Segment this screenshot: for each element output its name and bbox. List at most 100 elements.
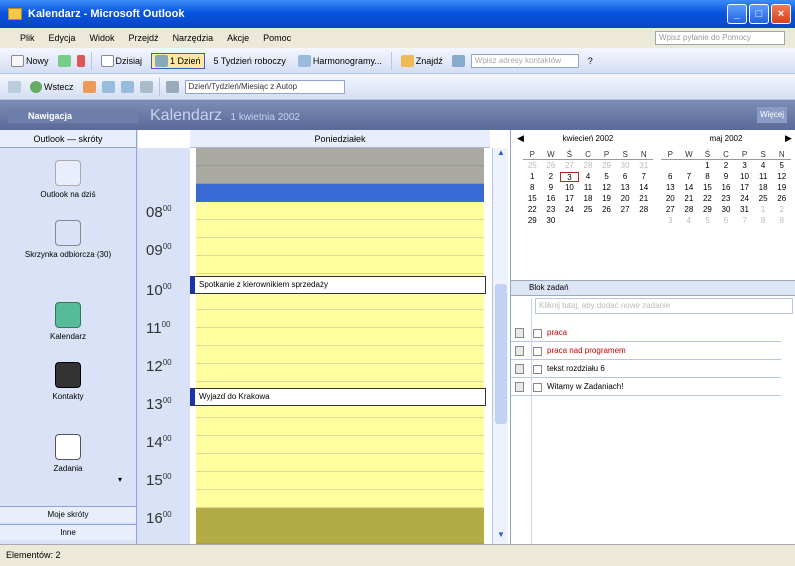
task-complete-checkbox[interactable] [533, 365, 542, 374]
scroll-down-arrow-icon[interactable]: ▾ [118, 475, 128, 485]
folder-icon[interactable] [82, 80, 96, 93]
schedules-button[interactable]: Harmonogramy... [295, 54, 385, 68]
calendar-day[interactable]: 3 [735, 161, 754, 171]
time-slot[interactable] [196, 454, 484, 472]
other-shortcuts-button[interactable]: Inne [0, 524, 136, 540]
calendar-day[interactable]: 18 [579, 194, 598, 204]
task-row[interactable]: Witamy w Zadaniach! [511, 380, 781, 396]
calendar-day[interactable]: 6 [717, 216, 736, 226]
calendar-grid-icon[interactable] [101, 80, 115, 93]
calendar-day[interactable]: 25 [754, 194, 773, 204]
today-button[interactable]: Dzisiaj [98, 54, 146, 68]
task-row[interactable]: praca [511, 326, 781, 342]
calendar-day[interactable]: 24 [735, 194, 754, 204]
task-row[interactable]: praca nad programem [511, 344, 781, 360]
calendar-day[interactable]: 31 [634, 161, 653, 171]
calendar-day[interactable]: 29 [523, 216, 542, 226]
calendar-day[interactable]: 26 [542, 161, 561, 171]
scrollbar-thumb[interactable] [495, 284, 507, 424]
calendar-day[interactable]: 27 [560, 161, 579, 171]
nav-item-inbox[interactable]: Skrzynka odbiorcza (30) [0, 220, 136, 259]
week-view-icon[interactable] [139, 80, 153, 93]
time-slot[interactable] [196, 490, 484, 508]
menu-help[interactable]: Pomoc [263, 33, 291, 43]
calendar-day[interactable]: 9 [542, 183, 561, 193]
calendar-vertical-scrollbar[interactable]: ▲ ▼ [492, 148, 508, 544]
address-book-icon[interactable] [451, 54, 465, 67]
calendar-day[interactable]: 1 [754, 205, 773, 215]
menu-view[interactable]: Widok [90, 33, 115, 43]
workweek-view-button[interactable]: 5 Tydzień roboczy [211, 55, 289, 67]
calendar-day[interactable]: 1 [523, 172, 542, 182]
calendar-day[interactable]: 4 [579, 172, 598, 182]
calendar-day[interactable]: 11 [754, 172, 773, 182]
calendar-day[interactable]: 17 [735, 183, 754, 193]
appointment[interactable]: Spotkanie z kierownikiem sprzedaży [190, 276, 486, 294]
time-slot[interactable] [196, 148, 484, 166]
calendar-day[interactable]: 13 [616, 183, 635, 193]
calendar-day[interactable]: 5 [698, 216, 717, 226]
calendar-day[interactable]: 15 [523, 194, 542, 204]
calendar-day[interactable]: 9 [717, 172, 736, 182]
calendar-day[interactable]: 9 [772, 216, 791, 226]
calendar-day[interactable]: 27 [616, 205, 635, 215]
time-slot[interactable] [196, 166, 484, 184]
time-slot[interactable] [196, 418, 484, 436]
calendar-day[interactable]: 6 [616, 172, 635, 182]
calendar-day[interactable]: 4 [754, 161, 773, 171]
calendar-day[interactable]: 25 [523, 161, 542, 171]
calendar-day[interactable]: 7 [735, 216, 754, 226]
menu-file[interactable]: Plik [20, 33, 35, 43]
menu-actions[interactable]: Akcje [227, 33, 249, 43]
calendar-day[interactable]: 16 [542, 194, 561, 204]
nav-item-calendar[interactable]: Kalendarz [0, 302, 136, 341]
month-view-icon[interactable] [120, 80, 134, 93]
calendar-day[interactable]: 15 [698, 183, 717, 193]
calendar-day[interactable]: 17 [560, 194, 579, 204]
calendar-day[interactable]: 20 [661, 194, 680, 204]
calendar-day[interactable]: 21 [634, 194, 653, 204]
calendar-day[interactable]: 30 [616, 161, 635, 171]
task-complete-checkbox[interactable] [533, 329, 542, 338]
time-slot[interactable] [196, 202, 484, 220]
calendar-day[interactable]: 2 [542, 172, 561, 182]
calendar-day[interactable]: 29 [597, 161, 616, 171]
calendar-day[interactable]: 20 [616, 194, 635, 204]
time-slot[interactable] [196, 256, 484, 274]
new-button[interactable]: Nowy [8, 54, 52, 68]
calendar-day[interactable]: 24 [560, 205, 579, 215]
time-slot[interactable] [196, 220, 484, 238]
menu-edit[interactable]: Edycja [49, 33, 76, 43]
menu-go[interactable]: Przejdź [129, 33, 159, 43]
time-slot[interactable] [196, 508, 484, 544]
time-slot[interactable] [196, 328, 484, 346]
task-complete-checkbox[interactable] [533, 347, 542, 356]
time-slot[interactable] [196, 238, 484, 256]
calendar-day[interactable]: 30 [542, 216, 561, 226]
calendar-day[interactable]: 26 [772, 194, 791, 204]
time-slot[interactable] [196, 292, 484, 310]
new-task-input[interactable]: Kliknij tutaj, aby dodać nowe zadanie [535, 298, 793, 314]
calendar-day[interactable]: 18 [754, 183, 773, 193]
calendar-day[interactable]: 5 [597, 172, 616, 182]
calendar-day[interactable]: 3 [560, 172, 579, 182]
time-slot[interactable] [196, 346, 484, 364]
calendar-day[interactable]: 22 [698, 194, 717, 204]
calendar-day[interactable]: 29 [698, 205, 717, 215]
nav-item-contacts[interactable]: Kontakty [0, 362, 136, 401]
time-slot[interactable] [196, 436, 484, 454]
calendar-day[interactable]: 8 [523, 183, 542, 193]
time-slot[interactable] [196, 310, 484, 328]
calendar-day[interactable]: 11 [579, 183, 598, 193]
day-header[interactable]: Poniedziałek [190, 130, 490, 148]
calendar-day[interactable]: 1 [698, 161, 717, 171]
calendar-day[interactable]: 13 [661, 183, 680, 193]
calendar-day[interactable]: 7 [680, 172, 699, 182]
calendar-day[interactable]: 26 [597, 205, 616, 215]
calendar-day[interactable]: 23 [542, 205, 561, 215]
calendar-day[interactable]: 28 [579, 161, 598, 171]
time-slot[interactable] [196, 364, 484, 382]
calendar-day[interactable]: 19 [597, 194, 616, 204]
calendar-day[interactable]: 5 [772, 161, 791, 171]
calendar-day[interactable]: 6 [661, 172, 680, 182]
